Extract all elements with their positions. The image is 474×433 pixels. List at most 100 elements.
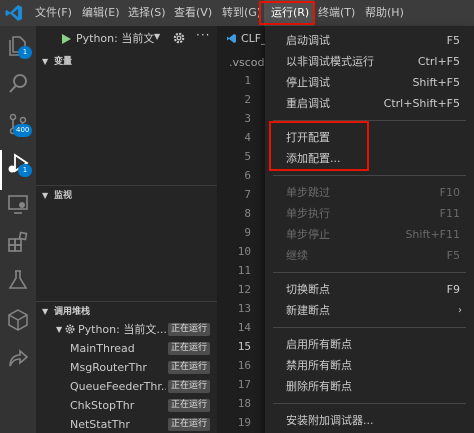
line-number: 17: [237, 378, 251, 391]
menu-edit[interactable]: 编辑(E): [82, 0, 120, 26]
menu-run[interactable]: 运行(R): [264, 0, 314, 26]
thread-row[interactable]: ChkStopThr 正在运行: [36, 396, 217, 415]
toggle-breakpoint-item[interactable]: 切换断点 F9: [265, 279, 474, 300]
search-icon[interactable]: [6, 72, 30, 96]
more-actions-icon[interactable]: ···: [196, 28, 210, 42]
watch-section-title: 监视: [54, 191, 73, 201]
stop-debugging-item[interactable]: 停止调试 Shift+F5: [265, 72, 474, 93]
add-configuration-item[interactable]: 添加配置...: [265, 148, 474, 169]
menu-selection[interactable]: 选择(S): [128, 0, 166, 26]
keyboard-shortcut: F9: [446, 283, 460, 296]
menu-item-label: 新建断点: [286, 304, 330, 317]
menu-goto[interactable]: 转到(G): [222, 0, 261, 26]
menu-file[interactable]: 文件(F): [35, 0, 72, 26]
restart-debugging-item[interactable]: 重启调试 Ctrl+Shift+F5: [265, 93, 474, 114]
callstack-session-row[interactable]: ▼ Python: 当前文... 正在运行: [36, 320, 217, 339]
run-without-debugging-item[interactable]: 以非调试模式运行 Ctrl+F5: [265, 51, 474, 72]
line-number: 2: [244, 93, 251, 106]
status-badge: 正在运行: [168, 380, 211, 393]
status-badge: 正在运行: [168, 342, 211, 355]
extensions-icon[interactable]: [6, 230, 30, 254]
menu-help[interactable]: 帮助(H): [365, 0, 404, 26]
menu-item-label: 以非调试模式运行: [286, 55, 374, 68]
menu-item-label: 单步跳过: [286, 186, 330, 199]
callstack-section-header[interactable]: ▼ 调用堆栈: [36, 302, 217, 322]
thread-row[interactable]: NetStatThr 正在运行: [36, 415, 217, 433]
menu-separator: [273, 272, 466, 273]
chevron-down-icon: ▼: [42, 57, 49, 66]
continue-item: 继续 F5: [265, 245, 474, 266]
line-number: 15: [237, 340, 251, 353]
chevron-right-icon: ›: [458, 305, 462, 316]
keyboard-shortcut: Ctrl+F5: [417, 55, 460, 68]
open-configurations-item[interactable]: 打开配置: [265, 127, 474, 148]
status-badge: 正在运行: [168, 399, 211, 412]
line-number: 3: [244, 112, 251, 125]
menu-item-label: 单步执行: [286, 207, 330, 220]
line-number: 7: [244, 188, 251, 201]
explorer-badge: 1: [18, 46, 32, 59]
menu-item-label: 安装附加调试器...: [286, 414, 374, 427]
line-number: 19: [237, 416, 251, 429]
variables-section-header[interactable]: ▼ 变量: [36, 52, 217, 72]
watch-section-header[interactable]: ▼ 监视: [36, 186, 217, 206]
step-into-item: 单步执行 F11: [265, 203, 474, 224]
extension-view-icon[interactable]: [6, 308, 30, 332]
menu-view[interactable]: 查看(V): [174, 0, 212, 26]
line-number: 8: [244, 207, 251, 220]
start-debugging-item[interactable]: 启动调试 F5: [265, 30, 474, 51]
live-share-icon[interactable]: [6, 346, 30, 370]
menu-item-label: 启用所有断点: [286, 338, 352, 351]
menu-item-label: 重启调试: [286, 97, 330, 110]
line-number: 11: [237, 264, 251, 277]
thread-row[interactable]: QueueFeederThr... 正在运行: [36, 377, 217, 396]
line-number: 9: [244, 226, 251, 239]
thread-row[interactable]: MainThread 正在运行: [36, 339, 217, 358]
run-dropdown-menu: 启动调试 F5 以非调试模式运行 Ctrl+F5 停止调试 Shift+F5 重启调试 Ctr…: [265, 26, 474, 433]
line-number: 10: [237, 245, 251, 258]
install-debuggers-item[interactable]: 安装附加调试器...: [265, 410, 474, 431]
debug-toolbar: Python: 当前文 ▼ ···: [36, 26, 217, 52]
gear-icon[interactable]: [172, 31, 186, 45]
thread-row[interactable]: MsgRouterThr 正在运行: [36, 358, 217, 377]
testing-flask-icon[interactable]: [6, 268, 30, 292]
thread-name: ChkStopThr: [70, 399, 135, 412]
keyboard-shortcut: Shift+F11: [405, 228, 460, 241]
line-number: 5: [244, 150, 251, 163]
keyboard-shortcut: F5: [446, 34, 460, 47]
keyboard-shortcut: F10: [439, 186, 460, 199]
menu-separator: [273, 403, 466, 404]
menu-item-label: 停止调试: [286, 76, 330, 89]
menu-item-label: 启动调试: [286, 34, 330, 47]
vscode-logo-icon: [5, 5, 22, 21]
thread-name: NetStatThr: [70, 418, 130, 431]
line-number: 6: [244, 169, 251, 182]
line-number: 12: [237, 283, 251, 296]
thread-name: MsgRouterThr: [70, 361, 147, 374]
keyboard-shortcut: F11: [439, 207, 460, 220]
enable-all-breakpoints-item[interactable]: 启用所有断点: [265, 334, 474, 355]
menu-item-label: 禁用所有断点: [286, 359, 352, 372]
chevron-down-icon: ▼: [154, 32, 161, 41]
menu-item-label: 单步停止: [286, 228, 330, 241]
menu-item-label: 打开配置: [286, 131, 330, 144]
line-number: 14: [237, 321, 251, 334]
keyboard-shortcut: Ctrl+Shift+F5: [383, 97, 460, 110]
menu-item-label: 删除所有断点: [286, 380, 352, 393]
scm-badge: 400: [13, 124, 33, 137]
line-number: 4: [244, 131, 251, 144]
debug-session-gear-icon: [65, 324, 75, 334]
disable-all-breakpoints-item[interactable]: 禁用所有断点: [265, 355, 474, 376]
variables-section-title: 变量: [54, 57, 73, 67]
thread-name: QueueFeederThr...: [70, 380, 166, 393]
session-name: Python: 当前文...: [78, 323, 167, 336]
chevron-down-icon: ▼: [42, 191, 49, 200]
menu-separator: [273, 175, 466, 176]
keyboard-shortcut: F5: [446, 249, 460, 262]
menu-terminal[interactable]: 终端(T): [318, 0, 355, 26]
remove-all-breakpoints-item[interactable]: 删除所有断点: [265, 376, 474, 397]
new-breakpoint-item[interactable]: 新建断点 ›: [265, 300, 474, 321]
start-debugging-play-icon[interactable]: [60, 33, 72, 45]
remote-explorer-icon[interactable]: [6, 192, 30, 216]
chevron-down-icon: ▼: [42, 307, 49, 316]
